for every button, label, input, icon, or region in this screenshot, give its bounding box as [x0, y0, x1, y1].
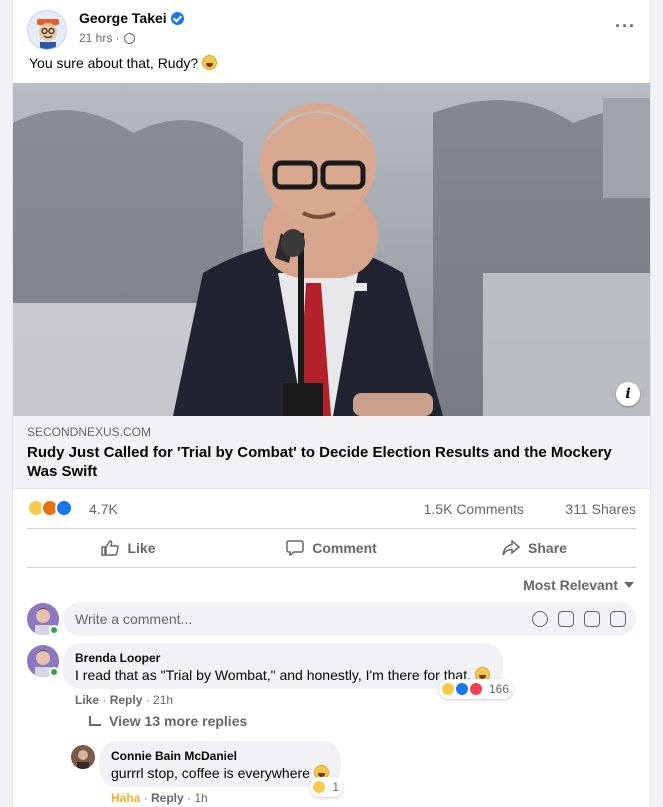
sort-dropdown[interactable]: Most Relevant: [523, 577, 634, 593]
online-indicator: [49, 625, 59, 635]
comment-like-link[interactable]: Like: [75, 693, 99, 707]
comment-reply-link[interactable]: Reply: [110, 693, 143, 707]
comment-button[interactable]: Comment: [230, 529, 433, 567]
love-reaction-icon: [468, 682, 483, 696]
verified-icon: [170, 11, 184, 25]
post-stats: 4.7K 1.5K Comments 311 Shares: [27, 497, 636, 521]
more-icon[interactable]: ···: [615, 16, 636, 37]
reply-avatar[interactable]: [71, 745, 95, 769]
haha-reaction-icon: [312, 780, 327, 794]
online-indicator: [49, 667, 59, 677]
link-image[interactable]: i: [13, 83, 650, 416]
sort-label: Most Relevant: [523, 577, 618, 593]
post-header: George Takei 21 hrs · ···: [27, 8, 636, 52]
composer-icons: [532, 611, 626, 627]
comment-reaction-count: 166: [488, 682, 509, 696]
haha-reaction-icon: [440, 682, 455, 696]
author-name-label[interactable]: George Takei: [79, 10, 167, 26]
post-text: You sure about that, Rudy?: [29, 55, 218, 71]
reply-reaction-count: 1: [332, 780, 339, 794]
like-icon: [101, 540, 120, 556]
view-more-replies[interactable]: View 13 more replies: [89, 713, 247, 729]
commenter-name[interactable]: Brenda Looper: [75, 651, 160, 665]
link-domain: SECONDNEXUS.COM: [27, 425, 152, 439]
share-count[interactable]: 311 Shares: [565, 501, 636, 517]
reply-meta: Haha · Reply · 1h: [111, 791, 208, 805]
post-timestamp[interactable]: 21 hrs ·: [79, 31, 135, 45]
reply-bubble: Connie Bain McDaniel gurrrl stop, coffee…: [99, 741, 343, 797]
post-card: George Takei 21 hrs · ··· You sure about…: [12, 0, 651, 807]
comment-text: I read that as "Trial by Wombat," and ho…: [75, 667, 490, 683]
author-name[interactable]: George Takei: [79, 10, 184, 26]
reply-arrow-icon: [89, 716, 101, 726]
like-reaction-icon: [454, 682, 469, 696]
reaction-icons[interactable]: [27, 499, 73, 517]
author-avatar[interactable]: [27, 10, 67, 50]
view-more-label: View 13 more replies: [109, 713, 248, 729]
reply-reactions[interactable]: 1: [310, 777, 343, 797]
caret-down-icon: [624, 582, 634, 588]
comment-bubble: Brenda Looper I read that as "Trial by W…: [63, 643, 513, 699]
laughing-emoji-icon: [202, 55, 218, 70]
sticker-icon[interactable]: [610, 611, 626, 627]
link-preview[interactable]: SECONDNEXUS.COM Rudy Just Called for 'Tr…: [13, 416, 650, 489]
comment-icon: [286, 540, 304, 556]
emoji-icon[interactable]: [532, 611, 548, 627]
like-label: Like: [127, 540, 156, 556]
like-button[interactable]: Like: [27, 529, 230, 567]
like-reaction-icon: [55, 499, 73, 517]
comment-reactions[interactable]: 166: [438, 679, 513, 699]
reply-text-label: gurrrl stop, coffee is everywhere: [111, 765, 310, 781]
reply-time[interactable]: 1h: [194, 791, 207, 805]
comment-time[interactable]: 21h: [153, 693, 173, 707]
share-icon: [502, 540, 521, 556]
gif-icon[interactable]: [584, 611, 600, 627]
comment-meta: Like · Reply · 21h: [75, 693, 174, 707]
info-icon[interactable]: i: [616, 382, 640, 406]
action-bar: Like Comment Share: [27, 528, 636, 568]
reply-haha-link[interactable]: Haha: [111, 791, 140, 805]
reply-reply-link[interactable]: Reply: [151, 791, 184, 805]
post-time-label[interactable]: 21 hrs ·: [79, 31, 120, 45]
camera-icon[interactable]: [558, 611, 574, 627]
share-label: Share: [528, 540, 567, 556]
comment-label: Comment: [312, 540, 377, 556]
reaction-count[interactable]: 4.7K: [89, 501, 118, 517]
post-text-label: You sure about that, Rudy?: [29, 55, 199, 71]
comment-text-label: I read that as "Trial by Wombat," and ho…: [75, 667, 471, 683]
reply-text: gurrrl stop, coffee is everywhere: [111, 765, 329, 781]
comment-composer: [63, 602, 636, 636]
reply-name[interactable]: Connie Bain McDaniel: [111, 749, 237, 763]
globe-icon: [123, 32, 135, 44]
link-title[interactable]: Rudy Just Called for 'Trial by Combat' t…: [27, 443, 627, 481]
comment-count[interactable]: 1.5K Comments: [424, 501, 524, 517]
share-button[interactable]: Share: [433, 529, 636, 567]
comment-input[interactable]: [75, 602, 515, 636]
